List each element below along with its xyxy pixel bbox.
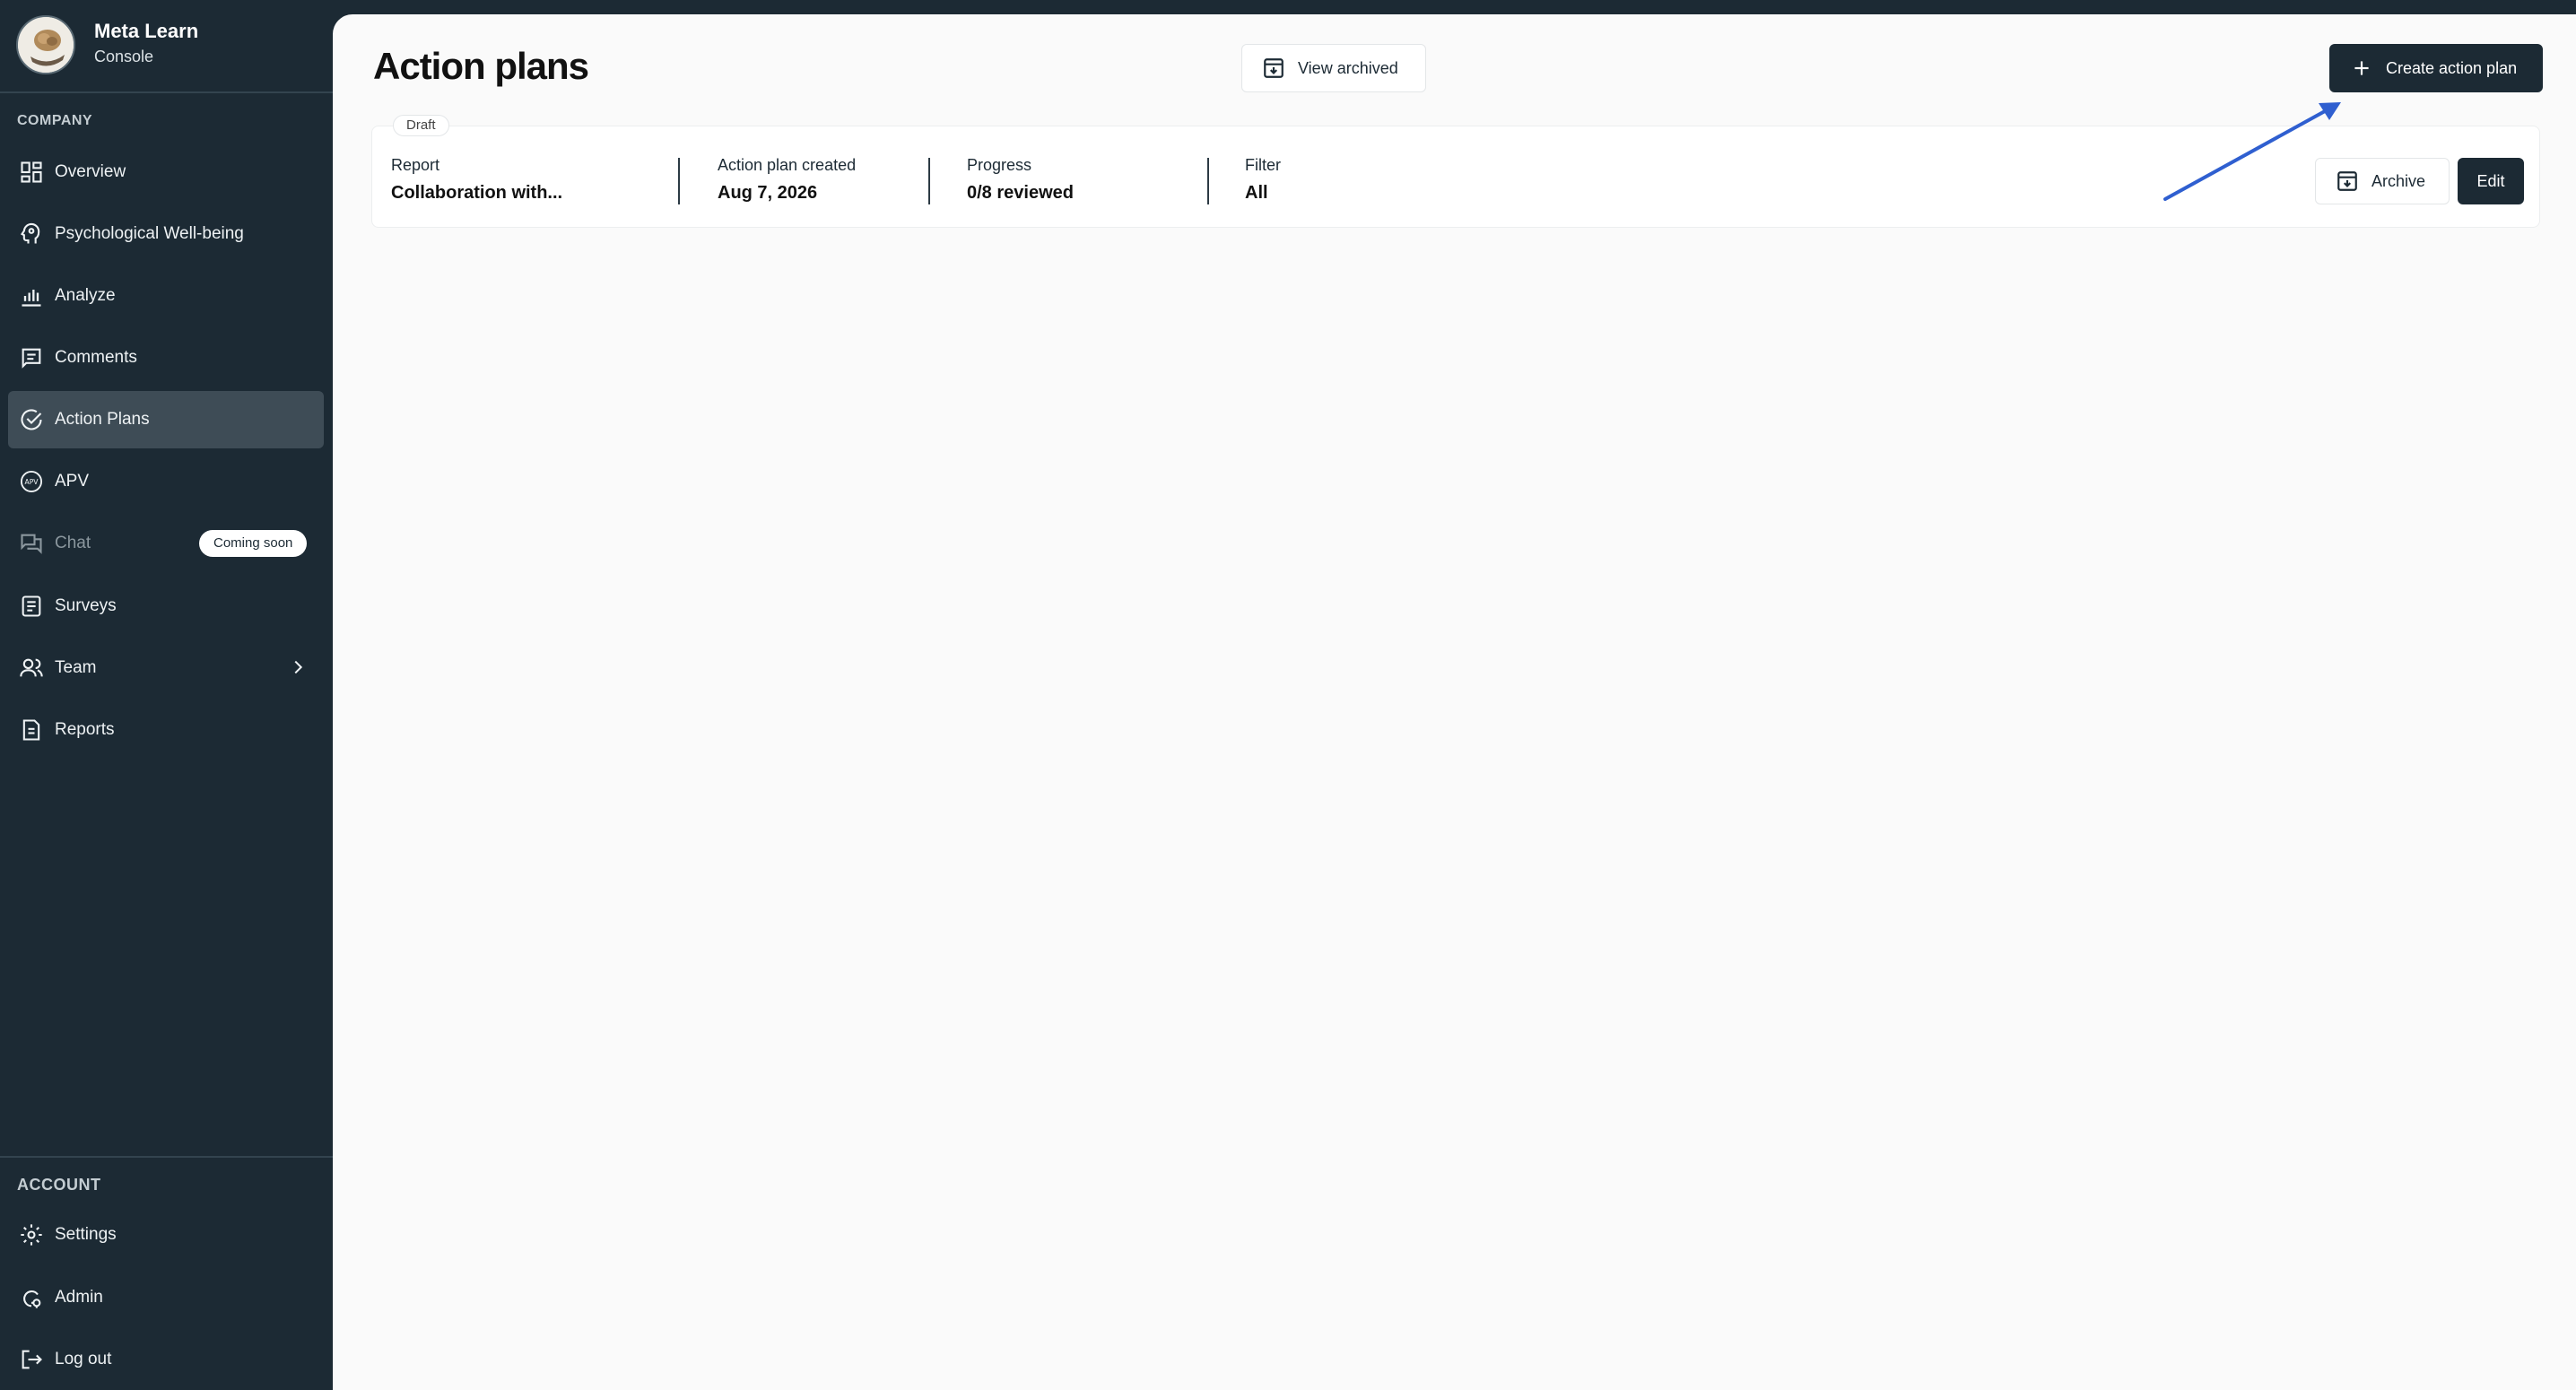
check-circle-icon [19, 407, 44, 432]
sidebar-item-label: APV [55, 472, 90, 491]
created-field: Action plan created Aug 7, 2026 [718, 156, 856, 204]
plus-icon [2354, 61, 2369, 75]
divider [678, 158, 680, 204]
sidebar-item-analyze[interactable]: Analyze [8, 267, 324, 325]
report-label: Report [391, 156, 440, 174]
sidebar-item-label: Chat [55, 534, 91, 552]
admin-icon [19, 1285, 44, 1310]
sidebar: Meta Learn Console COMPANY Overview Psyc… [0, 0, 333, 1390]
progress-value: 0/8 reviewed [967, 183, 1074, 203]
sidebar-item-label: Settings [55, 1225, 117, 1244]
sidebar-item-label: Log out [55, 1350, 112, 1368]
sidebar-item-surveys[interactable]: Surveys [8, 578, 324, 635]
grid-icon [19, 160, 44, 185]
view-archived-button[interactable]: View archived [1241, 44, 1426, 92]
head-icon [19, 222, 44, 247]
brand-name: Meta Learn [94, 20, 199, 42]
chat-icon [19, 531, 44, 556]
sidebar-item-apv[interactable]: APV APV [8, 453, 324, 510]
sidebar-item-reports[interactable]: Reports [8, 701, 324, 759]
create-action-plan-label: Create action plan [2386, 58, 2518, 77]
brand-subtitle: Console [94, 48, 154, 65]
sidebar-item-comments[interactable]: Comments [8, 329, 324, 387]
sidebar-item-chat: Chat Coming soon [8, 515, 324, 572]
progress-field: Progress 0/8 reviewed [967, 156, 1074, 204]
edit-button[interactable]: Edit [2458, 158, 2524, 204]
status-badge: Draft [393, 115, 449, 136]
page-title: Action plans [373, 45, 589, 87]
sidebar-item-admin[interactable]: Admin [8, 1269, 324, 1326]
divider [1207, 158, 1209, 204]
logout-icon [19, 1347, 44, 1372]
sidebar-item-action-plans[interactable]: Action Plans [8, 391, 324, 448]
created-label: Action plan created [718, 156, 857, 174]
progress-label: Progress [967, 156, 1032, 174]
sidebar-item-team[interactable]: Team [8, 639, 324, 697]
svg-text:APV: APV [25, 478, 39, 486]
apv-icon: APV [19, 469, 44, 494]
report-value: Collaboration with... [391, 183, 563, 203]
sidebar-item-label: Surveys [55, 596, 117, 615]
created-value: Aug 7, 2026 [718, 183, 818, 203]
archive-label: Archive [2371, 171, 2426, 190]
sidebar-item-logout[interactable]: Log out [8, 1331, 324, 1388]
filter-label: Filter [1245, 156, 1281, 174]
sidebar-item-label: Analyze [55, 286, 116, 305]
sidebar-divider [0, 1156, 333, 1158]
report-field: Report Collaboration with... [391, 156, 562, 204]
edit-label: Edit [2476, 171, 2505, 190]
view-archived-label: View archived [1298, 58, 1398, 77]
comment-icon [19, 345, 44, 370]
archive-box-icon [2337, 171, 2357, 191]
sidebar-item-label: Team [55, 658, 97, 677]
coming-soon-badge: Coming soon [199, 530, 308, 557]
archive-box-icon [1264, 58, 1284, 78]
bar-chart-icon [19, 283, 44, 308]
team-icon [19, 656, 44, 681]
sidebar-item-label: Psychological Well-being [55, 224, 244, 243]
filter-value: All [1245, 183, 1268, 203]
brand-header[interactable]: Meta Learn Console [0, 0, 333, 93]
archive-button[interactable]: Archive [2315, 158, 2450, 204]
document-icon [19, 717, 44, 743]
sidebar-item-settings[interactable]: Settings [8, 1206, 324, 1264]
main-panel: Action plans View archived Create action… [333, 14, 2576, 1390]
sidebar-item-psychological-well-being[interactable]: Psychological Well-being [8, 205, 324, 263]
create-action-plan-button[interactable]: Create action plan [2329, 44, 2543, 92]
sidebar-item-label: Overview [55, 162, 126, 181]
gear-icon [19, 1222, 44, 1247]
divider [928, 158, 930, 204]
company-section-title: COMPANY [17, 113, 93, 128]
clipboard-icon [19, 594, 44, 619]
action-plan-card[interactable]: Report Collaboration with... Action plan… [371, 126, 2540, 228]
account-section-title: ACCOUNT [17, 1176, 101, 1194]
sidebar-item-label: Admin [55, 1288, 103, 1307]
brand-logo [16, 15, 75, 74]
sidebar-item-label: Comments [55, 348, 137, 367]
sidebar-item-label: Reports [55, 720, 115, 739]
sidebar-item-label: Action Plans [55, 410, 150, 429]
filter-field: Filter All [1245, 156, 1281, 204]
sidebar-item-overview[interactable]: Overview [8, 143, 324, 201]
chevron-right-icon[interactable] [288, 657, 308, 677]
